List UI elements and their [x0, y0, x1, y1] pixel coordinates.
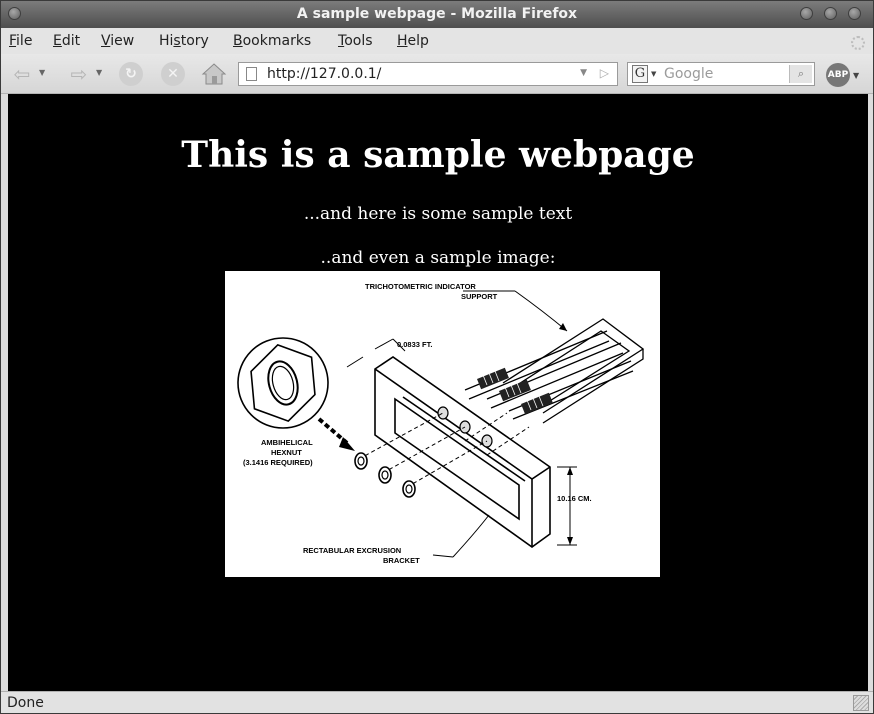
menu-edit[interactable]: Edit [53, 33, 80, 49]
forward-arrow-icon[interactable]: ⇨ [67, 63, 91, 85]
adblock-plus-icon[interactable]: ABP [826, 63, 850, 87]
url-text[interactable]: http://127.0.0.1/ [267, 66, 381, 82]
maximize-button[interactable] [824, 7, 837, 20]
window-title: A sample webpage - Mozilla Firefox [296, 6, 578, 22]
search-input[interactable] [664, 65, 774, 83]
resize-grip-icon[interactable] [853, 695, 869, 711]
image-caption: ..and even a sample image: [320, 248, 556, 268]
throbber-icon [851, 36, 865, 50]
web-content: This is a sample webpage ...and here is … [8, 94, 868, 691]
sample-text: ...and here is some sample text [303, 204, 573, 224]
menu-history[interactable]: History [159, 33, 209, 49]
label-indicator-2: SUPPORT [461, 292, 498, 301]
label-dimension-cm: 10.16 CM. [557, 494, 592, 503]
label-bracket-1: RECTABULAR EXCRUSION [303, 546, 401, 555]
stop-icon[interactable]: ✕ [161, 62, 185, 86]
search-bar: G ▼ ⌕ [627, 62, 815, 86]
label-indicator-1: TRICHOTOMETRIC INDICATOR [365, 282, 476, 291]
status-text: Done [7, 695, 44, 711]
menu-file[interactable]: File [9, 33, 32, 49]
title-bar: A sample webpage - Mozilla Firefox [1, 1, 873, 28]
forward-history-dropdown[interactable]: ▼ [96, 68, 102, 77]
menu-bar: File Edit View History Bookmarks Tools H… [1, 28, 873, 54]
go-icon[interactable]: ▷ [600, 66, 609, 80]
navigation-toolbar: ⇦ ▼ ⇨ ▼ ↻ ✕ http://127.0.0.1/ ▼ ▷ G ▼ ⌕ … [1, 54, 873, 94]
page-icon [246, 67, 257, 81]
page-heading: This is a sample webpage [181, 134, 695, 176]
reload-icon[interactable]: ↻ [119, 62, 143, 86]
label-hexnut-3: (3.1416 REQUIRED) [243, 458, 313, 467]
label-dimension-ft: 0.0833 FT. [397, 340, 432, 349]
search-magnifier-icon[interactable]: ⌕ [789, 65, 812, 83]
label-hexnut-1: AMBIHELICAL [261, 438, 313, 447]
search-engine-icon[interactable]: G [632, 65, 648, 83]
close-button[interactable] [848, 7, 861, 20]
technical-drawing: TRICHOTOMETRIC INDICATOR SUPPORT 0.0833 … [237, 282, 645, 565]
status-bar: Done [1, 691, 873, 713]
menu-view[interactable]: View [101, 33, 134, 49]
sample-image: TRICHOTOMETRIC INDICATOR SUPPORT 0.0833 … [225, 271, 660, 577]
menu-tools[interactable]: Tools [338, 33, 373, 49]
search-engine-dropdown[interactable]: ▼ [651, 70, 656, 78]
home-icon[interactable] [201, 62, 227, 86]
browser-window: A sample webpage - Mozilla Firefox File … [0, 0, 874, 714]
back-history-dropdown[interactable]: ▼ [39, 68, 45, 77]
url-history-dropdown[interactable]: ▼ [580, 68, 587, 78]
label-bracket-2: BRACKET [383, 556, 420, 565]
url-bar[interactable]: http://127.0.0.1/ ▼ ▷ [238, 62, 618, 86]
back-arrow-icon[interactable]: ⇦ [10, 63, 34, 85]
minimize-button[interactable] [800, 7, 813, 20]
menu-help[interactable]: Help [397, 33, 429, 49]
adblock-dropdown[interactable]: ▼ [853, 71, 859, 80]
menu-bookmarks[interactable]: Bookmarks [233, 33, 311, 49]
label-hexnut-2: HEXNUT [271, 448, 302, 457]
